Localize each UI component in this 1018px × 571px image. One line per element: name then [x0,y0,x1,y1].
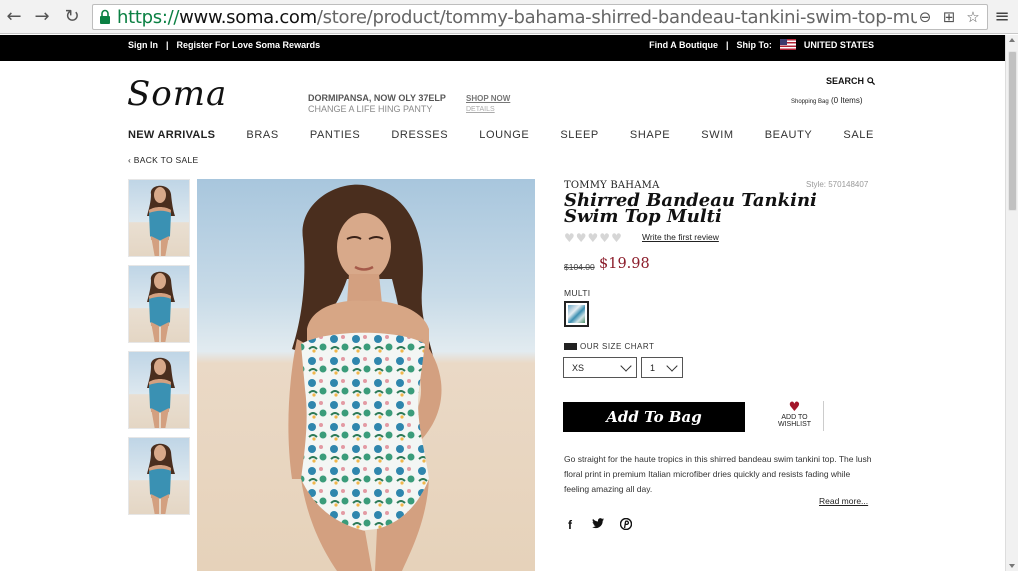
address-bar[interactable]: https://www.soma.com/store/product/tommy… [92,4,988,30]
wishlist-line-1: ADD TO [781,414,808,421]
product-thumbnail[interactable] [128,179,190,257]
rating-stars: ♥ ♥ ♥ ♥ ♥ [564,232,622,244]
scrollbar-thumb[interactable] [1008,51,1017,211]
bag-label: Shopping Bag [791,99,829,105]
heart-icon: ♥ [788,400,801,415]
divider: | [166,40,169,50]
lock-icon [100,9,110,24]
nav-item-panties[interactable]: PANTIES [310,129,360,141]
star-icon: ♥ [564,231,575,245]
scroll-down-icon[interactable] [1009,564,1015,568]
product-thumbnail[interactable] [128,265,190,343]
add-to-wishlist-button[interactable]: ♥ ADD TO WISHLIST [766,401,824,431]
nav-item-shape[interactable]: SHAPE [630,129,670,141]
find-boutique-link[interactable]: Find A Boutique [649,40,718,50]
size-chart-label: OUR SIZE CHART [580,342,655,351]
social-share: f [563,517,633,533]
translate-icon[interactable]: ⊞ [939,7,959,27]
product-description: Go straight for the haute tropics in thi… [564,454,872,494]
ruler-icon [564,343,577,350]
main-product-image[interactable] [197,179,535,571]
pinterest-icon[interactable] [619,517,633,533]
star-icon: ♥ [611,231,622,245]
browser-toolbar: ← → ↻ https://www.soma.com/store/product… [0,0,1018,34]
product-thumbnail[interactable] [128,351,190,429]
nav-item-new-arrivals[interactable]: NEW ARRIVALS [128,129,215,141]
chevron-down-icon [666,360,678,372]
page-scrollbar[interactable] [1005,35,1018,571]
bag-count: (0 Items) [830,96,863,105]
browser-menu-icon[interactable]: ≡ [990,5,1014,29]
ship-to-label: Ship To: [736,39,772,50]
product-thumbnail[interactable] [128,437,190,515]
main-nav: NEW ARRIVALS BRAS PANTIES DRESSES LOUNGE SLEE… [128,129,874,141]
search-button[interactable]: SEARCH [826,76,875,86]
search-icon [866,77,875,86]
read-more-link[interactable]: Read more... [819,496,868,506]
back-arrow-icon[interactable]: ← [2,5,26,29]
original-price: $104.00 [564,262,595,272]
thumbnail-strip [128,179,190,523]
model-illustration [288,184,442,571]
wishlist-line-2: WISHLIST [777,421,812,428]
star-icon: ♥ [575,231,587,245]
nav-item-dresses[interactable]: DRESSES [391,129,448,141]
color-swatch-multi[interactable] [564,301,589,327]
nav-item-beauty[interactable]: BEAUTY [765,129,813,141]
url-text: https://www.soma.com/store/product/tommy… [117,7,917,28]
country-selector[interactable]: UNITED STATES [804,40,874,50]
chevron-down-icon [620,360,632,372]
facebook-icon[interactable]: f [563,518,577,533]
promo-line-1: DORMIPANSA, NOW OLY 37ELP [308,93,446,103]
us-flag-icon[interactable] [779,39,796,50]
divider: | [725,39,729,50]
details-link[interactable]: DETAILS [466,104,510,115]
star-icon: ♥ [587,231,599,245]
sign-in-link[interactable]: Sign In [128,40,158,50]
nav-item-swim[interactable]: SWIM [701,129,733,141]
forward-arrow-icon[interactable]: → [30,5,54,29]
search-label: SEARCH [826,76,865,86]
nav-item-sale[interactable]: SALE [843,129,874,141]
size-select[interactable]: XS [563,357,637,378]
size-chart-link[interactable]: OUR SIZE CHART [564,342,654,351]
add-to-bag-button[interactable]: Add To Bag [563,402,745,432]
product-style-number: Style: 570148407 [806,180,869,189]
nav-item-sleep[interactable]: SLEEP [560,129,598,141]
nav-item-lounge[interactable]: LOUNGE [479,129,529,141]
sale-price: $19.98 [599,256,650,272]
promo-line-2: CHANGE A LIFE HING PANTY [308,104,433,114]
scroll-up-icon[interactable] [1009,38,1015,42]
write-review-link[interactable]: Write the first review [642,232,719,242]
size-value: XS [572,363,585,373]
utility-bar: Sign In | Register For Love Soma Rewards… [0,35,1005,61]
shop-now-link[interactable]: SHOP NOW [466,93,510,104]
shopping-bag-link[interactable]: Shopping Bag (0 Items) [791,96,863,105]
color-label: MULTI [564,288,591,298]
quantity-value: 1 [650,363,656,373]
bookmark-star-icon[interactable]: ☆ [963,7,983,27]
twitter-icon[interactable] [591,518,605,533]
promo-banner[interactable]: DORMIPANSA, NOW OLY 37ELP CHANGE A LIFE … [308,93,468,115]
reload-icon[interactable]: ↻ [60,5,84,29]
register-link[interactable]: Register For Love Soma Rewards [177,40,321,50]
back-to-sale-link[interactable]: ‹ BACK TO SALE [128,155,199,165]
product-title: Shirred Bandeau Tankini Swim Top Multi [564,190,817,227]
zoom-icon[interactable]: ⊖ [915,7,935,27]
soma-logo[interactable]: Soma [127,74,227,114]
quantity-select[interactable]: 1 [641,357,683,378]
nav-item-bras[interactable]: BRAS [246,129,278,141]
star-icon: ♥ [599,231,611,245]
